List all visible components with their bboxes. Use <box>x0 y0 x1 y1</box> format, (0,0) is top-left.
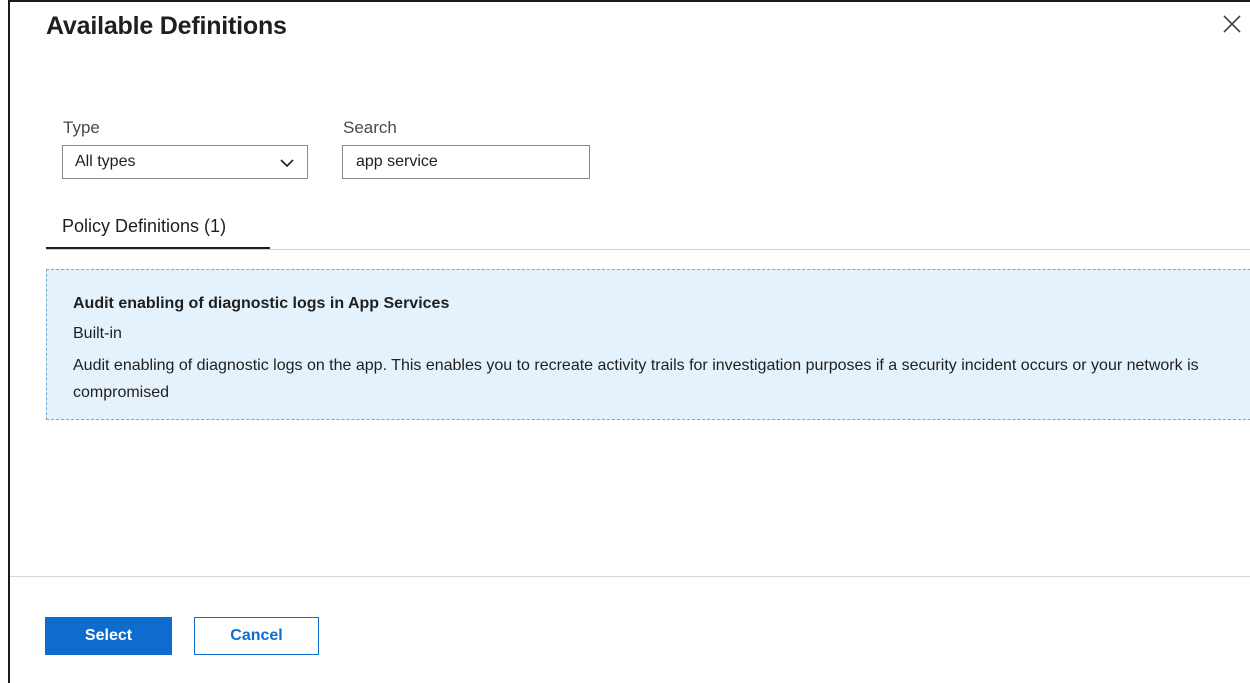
dialog-title: Available Definitions <box>46 12 287 40</box>
footer-divider <box>10 576 1250 577</box>
search-input[interactable] <box>342 145 590 179</box>
tabs-divider <box>46 249 1250 250</box>
close-button[interactable] <box>1218 10 1246 38</box>
policy-definition-description: Audit enabling of diagnostic logs on the… <box>73 357 1199 401</box>
tab-policy-definitions[interactable]: Policy Definitions (1) <box>46 214 270 250</box>
close-icon <box>1223 15 1241 33</box>
policy-definition-type: Built-in <box>73 325 122 342</box>
window-left-border <box>8 0 10 683</box>
chevron-down-icon <box>279 156 295 170</box>
policy-definition-item[interactable]: Audit enabling of diagnostic logs in App… <box>46 269 1250 420</box>
window-top-border <box>8 0 1250 2</box>
type-select[interactable]: All types <box>62 145 308 179</box>
type-select-value: All types <box>75 153 136 170</box>
type-label: Type <box>63 118 100 137</box>
search-label: Search <box>343 118 397 137</box>
tab-policy-definitions-label: Policy Definitions (1) <box>62 216 227 236</box>
available-definitions-dialog: Available Definitions Type All types Sea… <box>0 0 1250 683</box>
policy-definition-title: Audit enabling of diagnostic logs in App… <box>73 295 450 312</box>
cancel-button[interactable]: Cancel <box>194 617 319 655</box>
select-button[interactable]: Select <box>45 617 172 655</box>
